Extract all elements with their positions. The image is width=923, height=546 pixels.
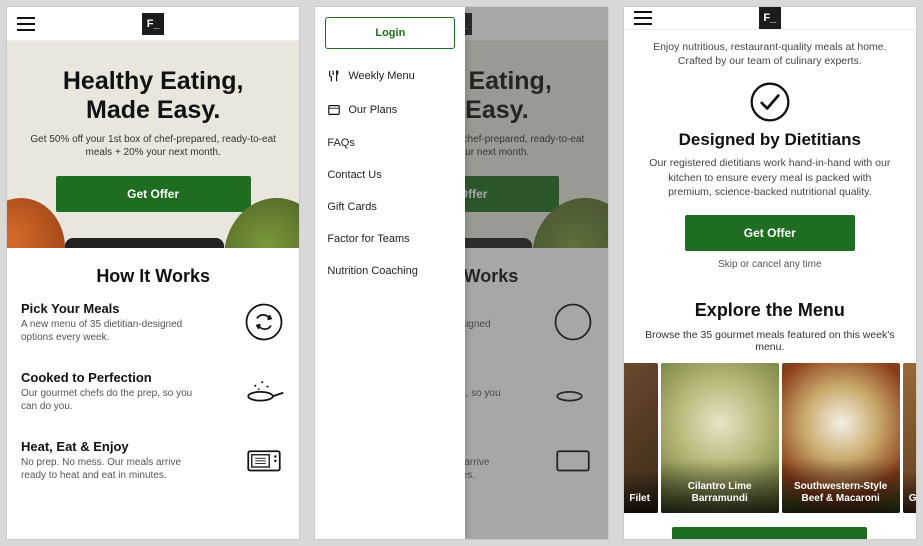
dietitian-lead: Enjoy nutritious, restaurant-quality mea… bbox=[646, 40, 894, 68]
drawer-item-nutrition-coaching[interactable]: Nutrition Coaching bbox=[325, 255, 455, 287]
explore-menu-section: Explore the Menu Browse the 35 gourmet m… bbox=[624, 282, 916, 540]
screen-explore-menu: F_ Enjoy nutritious, restaurant-quality … bbox=[623, 6, 917, 540]
get-offer-button[interactable]: Get Offer bbox=[685, 215, 855, 251]
menu-card[interactable]: Southwestern-Style Beef & Macaroni bbox=[782, 363, 900, 513]
step-body: A new menu of 35 dietitian-designed opti… bbox=[21, 318, 201, 344]
login-button[interactable]: Login bbox=[325, 17, 455, 49]
drawer-item-weekly-menu[interactable]: Weekly Menu bbox=[325, 59, 455, 93]
drawer-item-factor-teams[interactable]: Factor for Teams bbox=[325, 223, 455, 255]
checkmark-icon bbox=[748, 80, 792, 124]
step-pick-meals: Pick Your Meals A new menu of 35 dietiti… bbox=[21, 301, 285, 344]
drawer-item-label: Nutrition Coaching bbox=[327, 265, 418, 277]
brand-logo: F_ bbox=[142, 13, 164, 35]
step-title: Heat, Eat & Enjoy bbox=[21, 439, 201, 454]
skip-cancel-note: Skip or cancel any time bbox=[646, 259, 894, 270]
drawer-item-label: Contact Us bbox=[327, 169, 381, 181]
menu-carousel[interactable]: Filet Cilantro Lime Barramundi Southwest… bbox=[623, 363, 917, 513]
screen-landing: F_ Healthy Eating, Made Easy. Get 50% of… bbox=[6, 6, 300, 540]
nav-drawer: Login Weekly Menu Our Plans FAQs Contact… bbox=[315, 7, 465, 539]
menu-card[interactable]: Cilantro Lime Barramundi bbox=[661, 363, 779, 513]
step-body: No prep. No mess. Our meals arrive ready… bbox=[21, 456, 201, 482]
hamburger-icon[interactable] bbox=[17, 17, 35, 31]
step-heat-eat: Heat, Eat & Enjoy No prep. No mess. Our … bbox=[21, 439, 285, 482]
dietitian-heading: Designed by Dietitians bbox=[646, 130, 894, 150]
menu-heading: Explore the Menu bbox=[632, 300, 908, 321]
microwave-icon bbox=[243, 439, 285, 481]
brand-logo: F_ bbox=[759, 7, 781, 29]
menu-card[interactable]: Filet bbox=[623, 363, 658, 513]
hero-title-line2: Made Easy. bbox=[86, 96, 220, 124]
step-cooked: Cooked to Perfection Our gourmet chefs d… bbox=[21, 370, 285, 413]
step-title: Cooked to Perfection bbox=[21, 370, 201, 385]
drawer-item-gift-cards[interactable]: Gift Cards bbox=[325, 191, 455, 223]
screen-drawer-open: F_ Healthy Eating, Made Easy. Get 50% of… bbox=[314, 6, 608, 540]
hamburger-icon[interactable] bbox=[634, 11, 652, 25]
how-it-works: How It Works Pick Your Meals A new menu … bbox=[7, 248, 299, 516]
menu-subheading: Browse the 35 gourmet meals featured on … bbox=[632, 329, 908, 353]
hero: Healthy Eating, Made Easy. Get 50% off y… bbox=[7, 41, 299, 248]
drawer-item-faqs[interactable]: FAQs bbox=[325, 127, 455, 159]
hero-subtitle: Get 50% off your 1st box of chef-prepare… bbox=[21, 133, 285, 160]
drawer-item-contact-us[interactable]: Contact Us bbox=[325, 159, 455, 191]
menu-card-caption: Filet bbox=[623, 471, 658, 513]
dietitian-body: Our registered dietitians work hand-in-h… bbox=[646, 156, 894, 199]
hero-title: Healthy Eating, Made Easy. bbox=[21, 67, 285, 125]
step-title: Pick Your Meals bbox=[21, 301, 201, 316]
menu-card[interactable]: Grou bbox=[903, 363, 917, 513]
app-header: F_ bbox=[624, 7, 916, 30]
drawer-item-label: Factor for Teams bbox=[327, 233, 409, 245]
how-it-works-heading: How It Works bbox=[21, 266, 285, 287]
step-body: Our gourmet chefs do the prep, so you ca… bbox=[21, 387, 201, 413]
drawer-item-label: Our Plans bbox=[348, 104, 397, 116]
drawer-item-our-plans[interactable]: Our Plans bbox=[325, 93, 455, 127]
drawer-item-label: Weekly Menu bbox=[348, 70, 414, 82]
app-header: F_ bbox=[7, 7, 299, 41]
plate-swap-icon bbox=[243, 301, 285, 343]
drawer-item-label: Gift Cards bbox=[327, 201, 377, 213]
menu-card-caption: Southwestern-Style Beef & Macaroni bbox=[782, 459, 900, 513]
menu-card-caption: Cilantro Lime Barramundi bbox=[661, 459, 779, 513]
pan-icon bbox=[243, 370, 285, 412]
menu-fork-icon bbox=[327, 69, 341, 83]
hero-title-line1: Healthy Eating, bbox=[63, 67, 244, 95]
dietitian-section: Enjoy nutritious, restaurant-quality mea… bbox=[624, 30, 916, 282]
hero-food-imagery bbox=[7, 198, 299, 248]
menu-card-caption: Grou bbox=[903, 471, 917, 513]
drawer-item-label: FAQs bbox=[327, 137, 355, 149]
plans-icon bbox=[327, 103, 341, 117]
view-full-menu-button[interactable]: View Full Menu bbox=[672, 527, 867, 540]
